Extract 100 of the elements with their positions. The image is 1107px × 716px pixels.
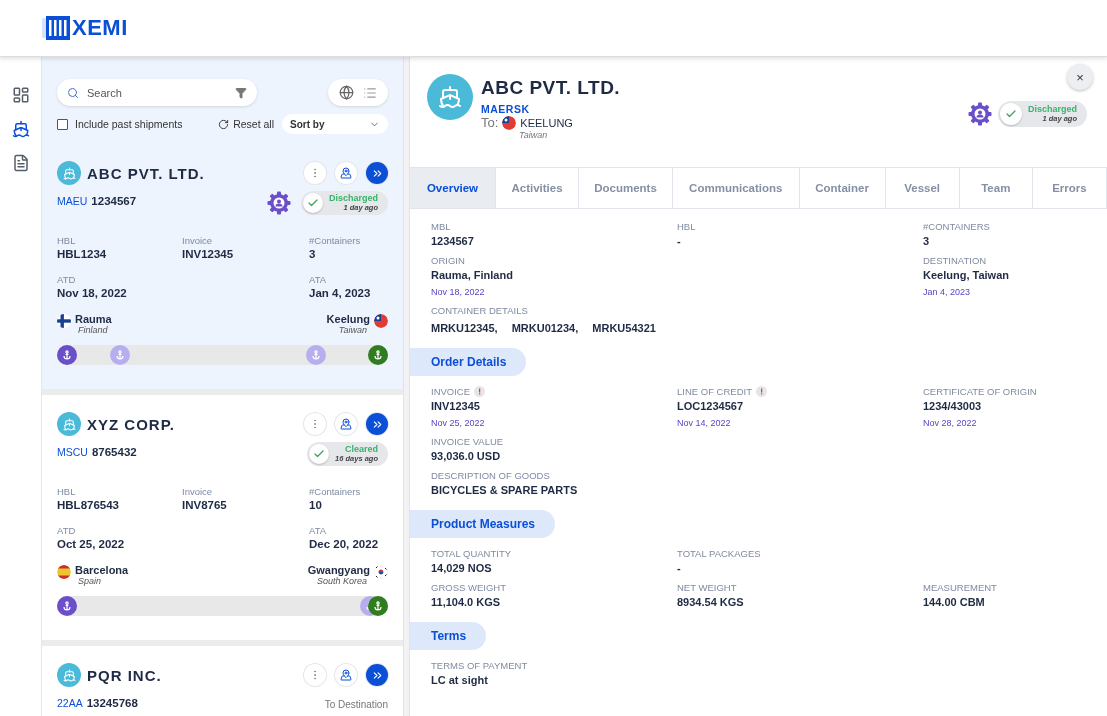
field-value: 11,104.0 KGS [431, 596, 502, 608]
open-button[interactable] [366, 413, 388, 435]
refresh-icon [218, 118, 230, 130]
field-date: Nov 14, 2022 [677, 418, 732, 428]
carrier-name: MAERSK [481, 103, 531, 115]
map-button[interactable] [335, 664, 357, 686]
company-name: PQR INC. [87, 666, 163, 684]
status-label: Discharged [1027, 104, 1077, 115]
status-label: Cleared [344, 444, 378, 455]
include-past-checkbox[interactable]: Include past shipments [57, 118, 183, 130]
field-label: MBL [431, 221, 451, 232]
field-label: INVOICE VALUE [431, 436, 504, 447]
field-label: DESTINATION [923, 255, 987, 266]
field-value: LC at sight [431, 674, 489, 686]
carrier-prefix: MAEU [57, 195, 88, 207]
field-label: TOTAL QUANTITY [431, 548, 512, 559]
ship-icon [62, 668, 76, 682]
check-icon [306, 197, 319, 209]
anchor-icon [62, 350, 72, 360]
reference-number: 13245768 [86, 697, 138, 709]
scrollbar[interactable] [403, 57, 410, 716]
field-date: Nov 25, 2022 [431, 418, 486, 428]
field-label: ATD [57, 525, 77, 536]
field-label: HBL [57, 235, 77, 246]
close-button[interactable]: × [1067, 64, 1093, 90]
field-label: MEASUREMENT [923, 582, 997, 593]
check-icon [313, 448, 326, 460]
field-label: Invoice [182, 486, 214, 497]
field-value: INV12345 [182, 248, 235, 260]
search-field[interactable]: Search [57, 79, 257, 106]
field-label: ATA [309, 274, 328, 285]
field-label: ORIGIN [431, 255, 465, 266]
field-label: NET WEIGHT [677, 582, 737, 593]
to-label: To: [481, 115, 499, 130]
field-label: Invoice [182, 235, 214, 246]
section-heading: Terms [410, 622, 487, 650]
field-label: HBL [57, 486, 77, 497]
company-name: ABC PVT. LTD. [87, 164, 206, 182]
search-icon [67, 86, 79, 99]
field-value: Dec 20, 2022 [309, 538, 380, 550]
carrier-prefix: MSCU [57, 446, 88, 458]
map-pin-icon [340, 669, 352, 681]
field-label: TOTAL PACKAGES [677, 548, 761, 559]
field-label: #CONTAINERS [923, 221, 990, 232]
reset-button[interactable]: Reset all [218, 118, 274, 130]
field-value: Rauma, Finland [431, 269, 514, 281]
container-number: MRKU54321 [592, 322, 656, 334]
flag-icon [57, 314, 71, 328]
globe-icon[interactable] [338, 85, 354, 100]
section-heading: Order Details [410, 348, 527, 376]
field-value: INV12345 [431, 400, 481, 412]
flag-icon [502, 116, 517, 130]
check-icon [1004, 108, 1017, 120]
field-label: #Containers [309, 486, 362, 497]
field-value: HBL876543 [57, 499, 120, 511]
destination-city: Gwangyang [307, 564, 370, 576]
field-label: INVOICE [431, 386, 471, 397]
open-button[interactable] [366, 664, 388, 686]
field-label: CERTIFICATE OF ORIGIN [923, 386, 1037, 397]
map-button[interactable] [335, 162, 357, 184]
anchor-icon [62, 601, 72, 611]
status-label: Discharged [328, 193, 378, 204]
field-value: 8934.54 KGS [677, 596, 745, 608]
filter-icon[interactable] [235, 86, 247, 99]
anchor-icon [310, 350, 321, 360]
ship-nav-icon[interactable] [10, 119, 31, 139]
field-value: LOC1234567 [677, 400, 745, 412]
field-value: Jan 4, 2023 [309, 287, 372, 299]
section-heading: Product Measures [410, 510, 556, 538]
field-label: DESCRIPTION OF GOODS [431, 470, 550, 481]
field-value: Nov 18, 2022 [57, 287, 128, 299]
flag-icon [57, 565, 71, 579]
container-number: MRKU12345, [431, 322, 498, 334]
anchor-icon [373, 601, 383, 611]
field-value: 144.00 CBM [923, 596, 986, 608]
field-date: Jan 4, 2023 [923, 287, 972, 297]
carrier-prefix: 22AA [57, 697, 83, 709]
field-value: 1234/43003 [923, 400, 983, 412]
sort-select[interactable]: Sort by [282, 114, 388, 134]
anchor-icon [114, 350, 125, 360]
field-label: LINE OF CREDIT [677, 386, 752, 397]
tab[interactable]: Overview [410, 168, 496, 208]
field-value: - [677, 562, 682, 574]
field-date: Nov 18, 2022 [431, 287, 486, 297]
destination-country: South Korea [316, 576, 367, 586]
search-input[interactable]: Search [85, 85, 229, 100]
field-value: HBL1234 [57, 248, 108, 260]
field-label: CONTAINER DETAILS [431, 305, 528, 316]
company-name: XYZ CORP. [87, 415, 176, 433]
logo-icon [42, 16, 70, 40]
map-button[interactable] [335, 413, 357, 435]
flag-icon [374, 314, 388, 328]
container-number: MRKU01234, [511, 322, 579, 334]
field-value: BICYCLES & SPARE PARTS [431, 484, 579, 496]
field-label: ATD [57, 274, 77, 285]
field-label: ATA [309, 525, 328, 536]
reference-number: 1234567 [91, 195, 137, 207]
open-button[interactable] [366, 162, 388, 184]
field-value: 14,029 NOS [431, 562, 493, 574]
anchor-icon [373, 350, 383, 360]
